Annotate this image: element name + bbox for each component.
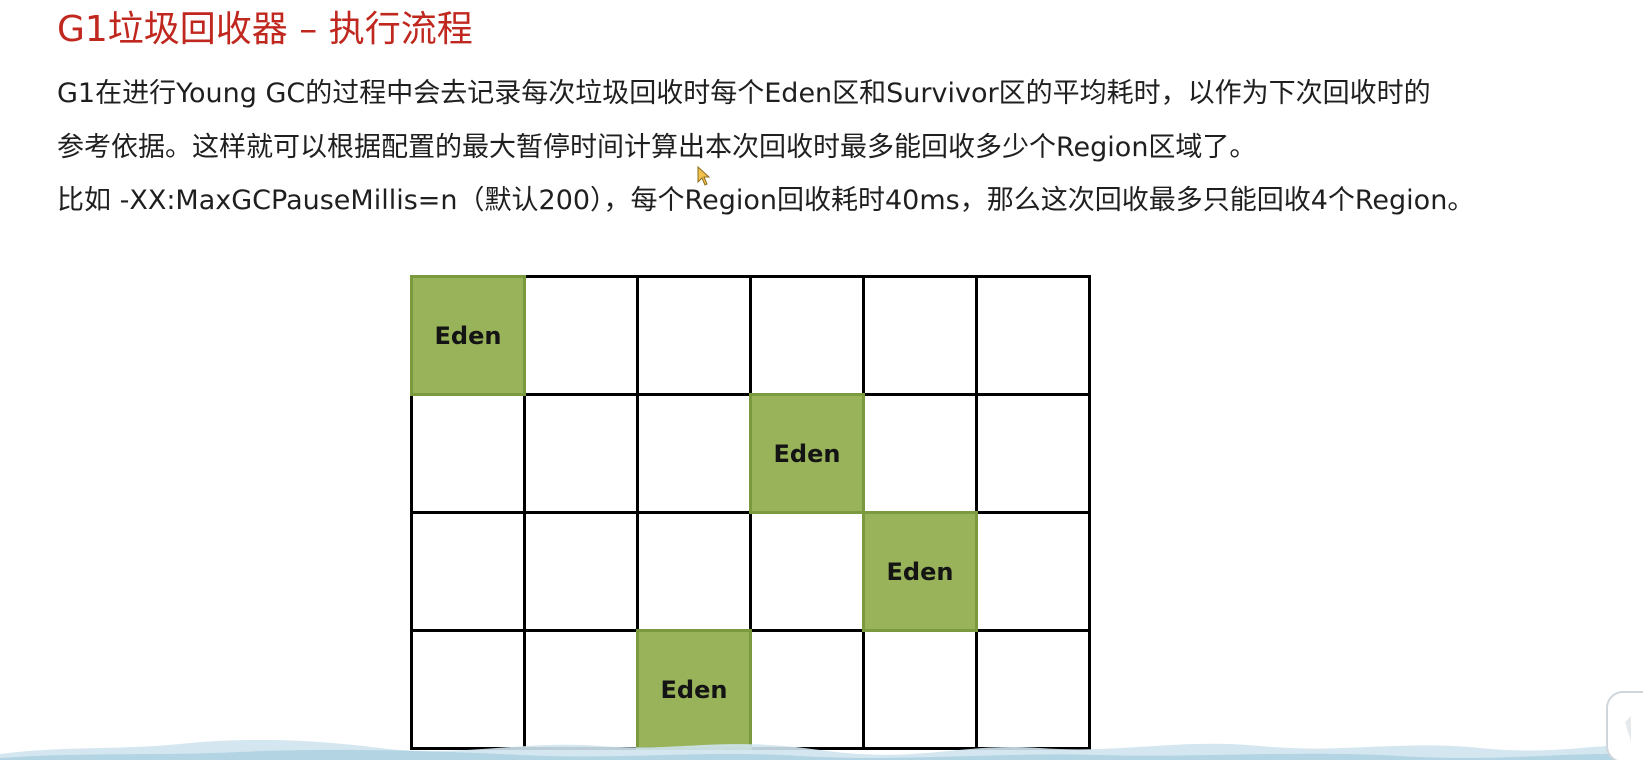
region-cell — [975, 275, 1091, 396]
region-cell — [975, 393, 1091, 514]
mouse-cursor-icon — [697, 166, 711, 186]
paragraph-line-2: 参考依据。这样就可以根据配置的最大暂停时间计算出本次回收时最多能回收多少个Reg… — [57, 132, 1257, 163]
paragraph-line-1: G1在进行Young GC的过程中会去记录每次垃圾回收时每个Eden区和Surv… — [57, 78, 1431, 109]
decorative-wave — [0, 739, 1643, 760]
region-cell — [523, 511, 639, 632]
region-cell — [410, 393, 526, 514]
region-cell — [636, 511, 752, 632]
region-cell — [862, 275, 978, 396]
region-cell — [862, 393, 978, 514]
region-cell — [749, 511, 865, 632]
slide-title: G1垃圾回收器 – 执行流程 — [57, 9, 473, 50]
region-cell — [523, 275, 639, 396]
eden-label: Eden — [660, 675, 728, 704]
eden-region-cell: Eden — [410, 275, 526, 396]
region-cell — [749, 275, 865, 396]
eden-region-cell: Eden — [749, 393, 865, 514]
eden-region-cell: Eden — [862, 511, 978, 632]
paragraph-line-3: 比如 -XX:MaxGCPauseMillis=n（默认200），每个Regio… — [57, 185, 1475, 216]
region-cell — [410, 511, 526, 632]
region-cell — [636, 275, 752, 396]
eden-label: Eden — [886, 557, 954, 586]
region-cell — [636, 393, 752, 514]
region-cell — [523, 393, 639, 514]
eden-label: Eden — [773, 439, 841, 468]
corner-widget-icon — [1606, 691, 1643, 760]
region-cell — [975, 511, 1091, 632]
region-grid: Eden Eden Eden Eden — [410, 275, 1106, 760]
eden-label: Eden — [434, 321, 502, 350]
